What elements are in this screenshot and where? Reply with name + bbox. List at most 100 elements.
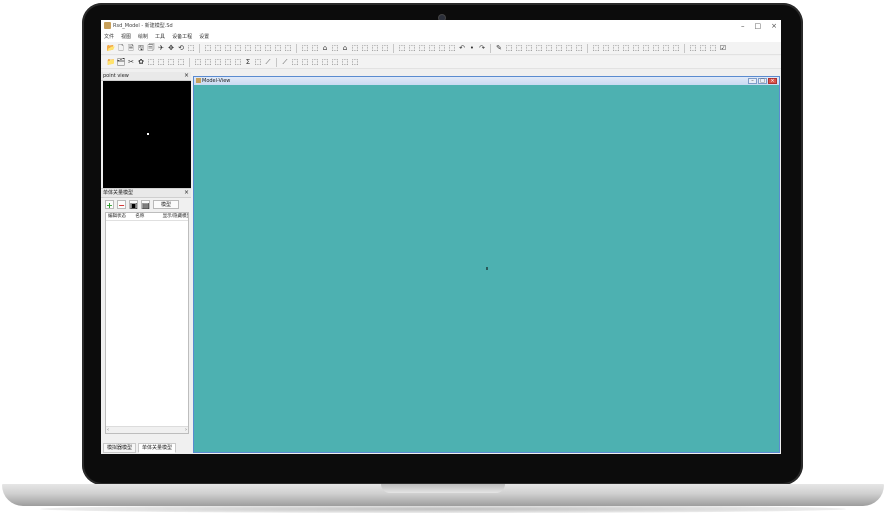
- menu-settings[interactable]: 设置: [199, 32, 209, 42]
- toolbar-tool-icon[interactable]: ⬚: [515, 44, 523, 53]
- toolbar-tool-icon[interactable]: ⬚: [341, 58, 349, 67]
- toolbar-tool-icon[interactable]: ⬚: [371, 44, 379, 53]
- toolbar-tool-icon[interactable]: ⬚: [438, 44, 446, 53]
- toolbar-tool-icon[interactable]: ⬚: [234, 44, 242, 53]
- toolbar-tool-icon[interactable]: ✿: [137, 58, 145, 67]
- toolbar-tool-icon[interactable]: ⬚: [602, 44, 610, 53]
- toolbar-tool-icon[interactable]: ✎: [495, 44, 503, 53]
- toolbar-tool-icon[interactable]: ⬚: [187, 44, 195, 53]
- model-view-minimize-button[interactable]: –: [748, 78, 757, 84]
- toolbar-tool-icon[interactable]: ⬚: [525, 44, 533, 53]
- close-button[interactable]: ×: [771, 20, 777, 32]
- toolbar-tool-icon[interactable]: ⬚: [254, 58, 262, 67]
- toolbar-tool-icon[interactable]: ⬚: [662, 44, 670, 53]
- toolbar-tool-icon[interactable]: ⬚: [545, 44, 553, 53]
- column-edit-state[interactable]: 编辑状态: [106, 213, 133, 220]
- toolbar-tool-icon[interactable]: Σ: [244, 58, 252, 67]
- toolbar-tool-icon[interactable]: 🗂: [117, 58, 126, 67]
- toolbar-tool-icon[interactable]: ⬚: [321, 58, 329, 67]
- toolbar-tool-icon[interactable]: ⬚: [592, 44, 600, 53]
- toolbar-tool-icon[interactable]: ⬚: [224, 44, 232, 53]
- toolbar-tool-icon[interactable]: ⬚: [214, 44, 222, 53]
- tab-single-model[interactable]: 单体关量模型: [138, 443, 177, 453]
- column-name[interactable]: 名称: [133, 213, 160, 220]
- scroll-right-icon[interactable]: ›: [185, 427, 187, 433]
- model-manager-close-button[interactable]: ×: [184, 189, 189, 197]
- toolbar-tool-icon[interactable]: ⬚: [642, 44, 650, 53]
- toolbar-tool-icon[interactable]: ⬚: [291, 58, 299, 67]
- toolbar-tool-icon[interactable]: 🗋: [117, 44, 125, 53]
- toolbar-tool-icon[interactable]: ⬚: [612, 44, 620, 53]
- toolbar-tool-icon[interactable]: ⬚: [264, 44, 272, 53]
- toolbar-tool-icon[interactable]: ⬚: [361, 44, 369, 53]
- toolbar-tool-icon[interactable]: ⬚: [331, 58, 339, 67]
- toolbar-tool-icon[interactable]: ⬚: [448, 44, 456, 53]
- menu-tools[interactable]: 工具: [155, 32, 165, 42]
- toolbar-tool-icon[interactable]: ☑: [719, 44, 727, 53]
- toolbar-tool-icon[interactable]: ⟲: [177, 44, 185, 53]
- model-view-window[interactable]: Model-View – □ ×: [193, 76, 780, 453]
- toolbar-tool-icon[interactable]: •: [468, 44, 476, 53]
- toolbar-tool-icon[interactable]: ⬚: [284, 44, 292, 53]
- toolbar-tool-icon[interactable]: ⬚: [224, 58, 232, 67]
- toolbar-tool-icon[interactable]: ⬚: [204, 58, 212, 67]
- toolbar-tool-icon[interactable]: ⬚: [652, 44, 660, 53]
- toolbar-tool-icon[interactable]: ⬚: [214, 58, 222, 67]
- toolbar-tool-icon[interactable]: ⬚: [234, 58, 242, 67]
- maximize-button[interactable]: □: [755, 20, 762, 32]
- point-view-canvas[interactable]: [103, 81, 191, 188]
- toolbar-tool-icon[interactable]: ⬚: [301, 44, 309, 53]
- toolbar-tool-icon[interactable]: ⬚: [351, 58, 359, 67]
- toolbar-tool-icon[interactable]: ⬚: [398, 44, 406, 53]
- toolbar-tool-icon[interactable]: ⬚: [575, 44, 583, 53]
- save-icon[interactable]: ▣: [129, 199, 138, 210]
- toolbar-tool-icon[interactable]: ⬚: [672, 44, 680, 53]
- menu-draw[interactable]: 绘制: [138, 32, 148, 42]
- toolbar-tool-icon[interactable]: ⬚: [157, 58, 165, 67]
- toolbar-tool-icon[interactable]: ⟋: [281, 58, 289, 67]
- toolbar-tool-icon[interactable]: ⬚: [622, 44, 630, 53]
- model-button[interactable]: 模型: [153, 199, 179, 209]
- tab-simulator-model[interactable]: 模拟器模型: [103, 443, 137, 453]
- toolbar-tool-icon[interactable]: ✥: [167, 44, 175, 53]
- toolbar-tool-icon[interactable]: ✈: [157, 44, 165, 53]
- minimize-button[interactable]: –: [741, 20, 745, 32]
- toolbar-tool-icon[interactable]: ⬚: [274, 44, 282, 53]
- toolbar-tool-icon[interactable]: ⬚: [689, 44, 697, 53]
- toolbar-tool-icon[interactable]: ⌂: [321, 44, 329, 53]
- toolbar-tool-icon[interactable]: ⬚: [428, 44, 436, 53]
- toolbar-tool-icon[interactable]: ⟋: [264, 58, 272, 67]
- toolbar-tool-icon[interactable]: ⬚: [167, 58, 175, 67]
- scroll-left-icon[interactable]: ‹: [107, 427, 109, 433]
- toolbar-tool-icon[interactable]: ⬚: [194, 58, 202, 67]
- model-table[interactable]: 编辑状态 名称 显示/隐藏模型 ‹ ›: [105, 212, 189, 434]
- menu-equipment[interactable]: 设备工程: [172, 32, 192, 42]
- toolbar-tool-icon[interactable]: 📁: [107, 58, 116, 67]
- toolbar-tool-icon[interactable]: ⬚: [254, 44, 262, 53]
- toolbar-tool-icon[interactable]: ↶: [458, 44, 466, 53]
- toolbar-tool-icon[interactable]: 🗐: [147, 44, 155, 53]
- toolbar-tool-icon[interactable]: ⬚: [418, 44, 426, 53]
- add-model-button[interactable]: +: [105, 199, 114, 210]
- toolbar-tool-icon[interactable]: ⬚: [632, 44, 640, 53]
- model-view-restore-button[interactable]: □: [758, 78, 767, 84]
- toolbar-tool-icon[interactable]: ⬚: [351, 44, 359, 53]
- toolbar-tool-icon[interactable]: ⬚: [331, 44, 339, 53]
- toolbar-tool-icon[interactable]: ⬚: [244, 44, 252, 53]
- toolbar-tool-icon[interactable]: ⬚: [381, 44, 389, 53]
- menu-file[interactable]: 文件: [104, 32, 114, 42]
- toolbar-tool-icon[interactable]: ✂: [127, 58, 135, 67]
- toolbar-tool-icon[interactable]: 📂: [107, 44, 116, 53]
- point-view-close-button[interactable]: ×: [184, 72, 189, 80]
- toolbar-tool-icon[interactable]: ⬚: [555, 44, 563, 53]
- remove-model-button[interactable]: −: [117, 199, 126, 210]
- toolbar-tool-icon[interactable]: ⬚: [204, 44, 212, 53]
- menu-view[interactable]: 视图: [121, 32, 131, 42]
- toolbar-tool-icon[interactable]: 🖫: [137, 44, 145, 53]
- model-view-close-button[interactable]: ×: [768, 78, 777, 84]
- toolbar-tool-icon[interactable]: ⬚: [311, 58, 319, 67]
- toolbar-tool-icon[interactable]: ⬚: [565, 44, 573, 53]
- folder-icon[interactable]: ▤: [141, 199, 150, 210]
- horizontal-scrollbar[interactable]: ‹ ›: [106, 426, 188, 433]
- toolbar-tool-icon[interactable]: ↷: [478, 44, 486, 53]
